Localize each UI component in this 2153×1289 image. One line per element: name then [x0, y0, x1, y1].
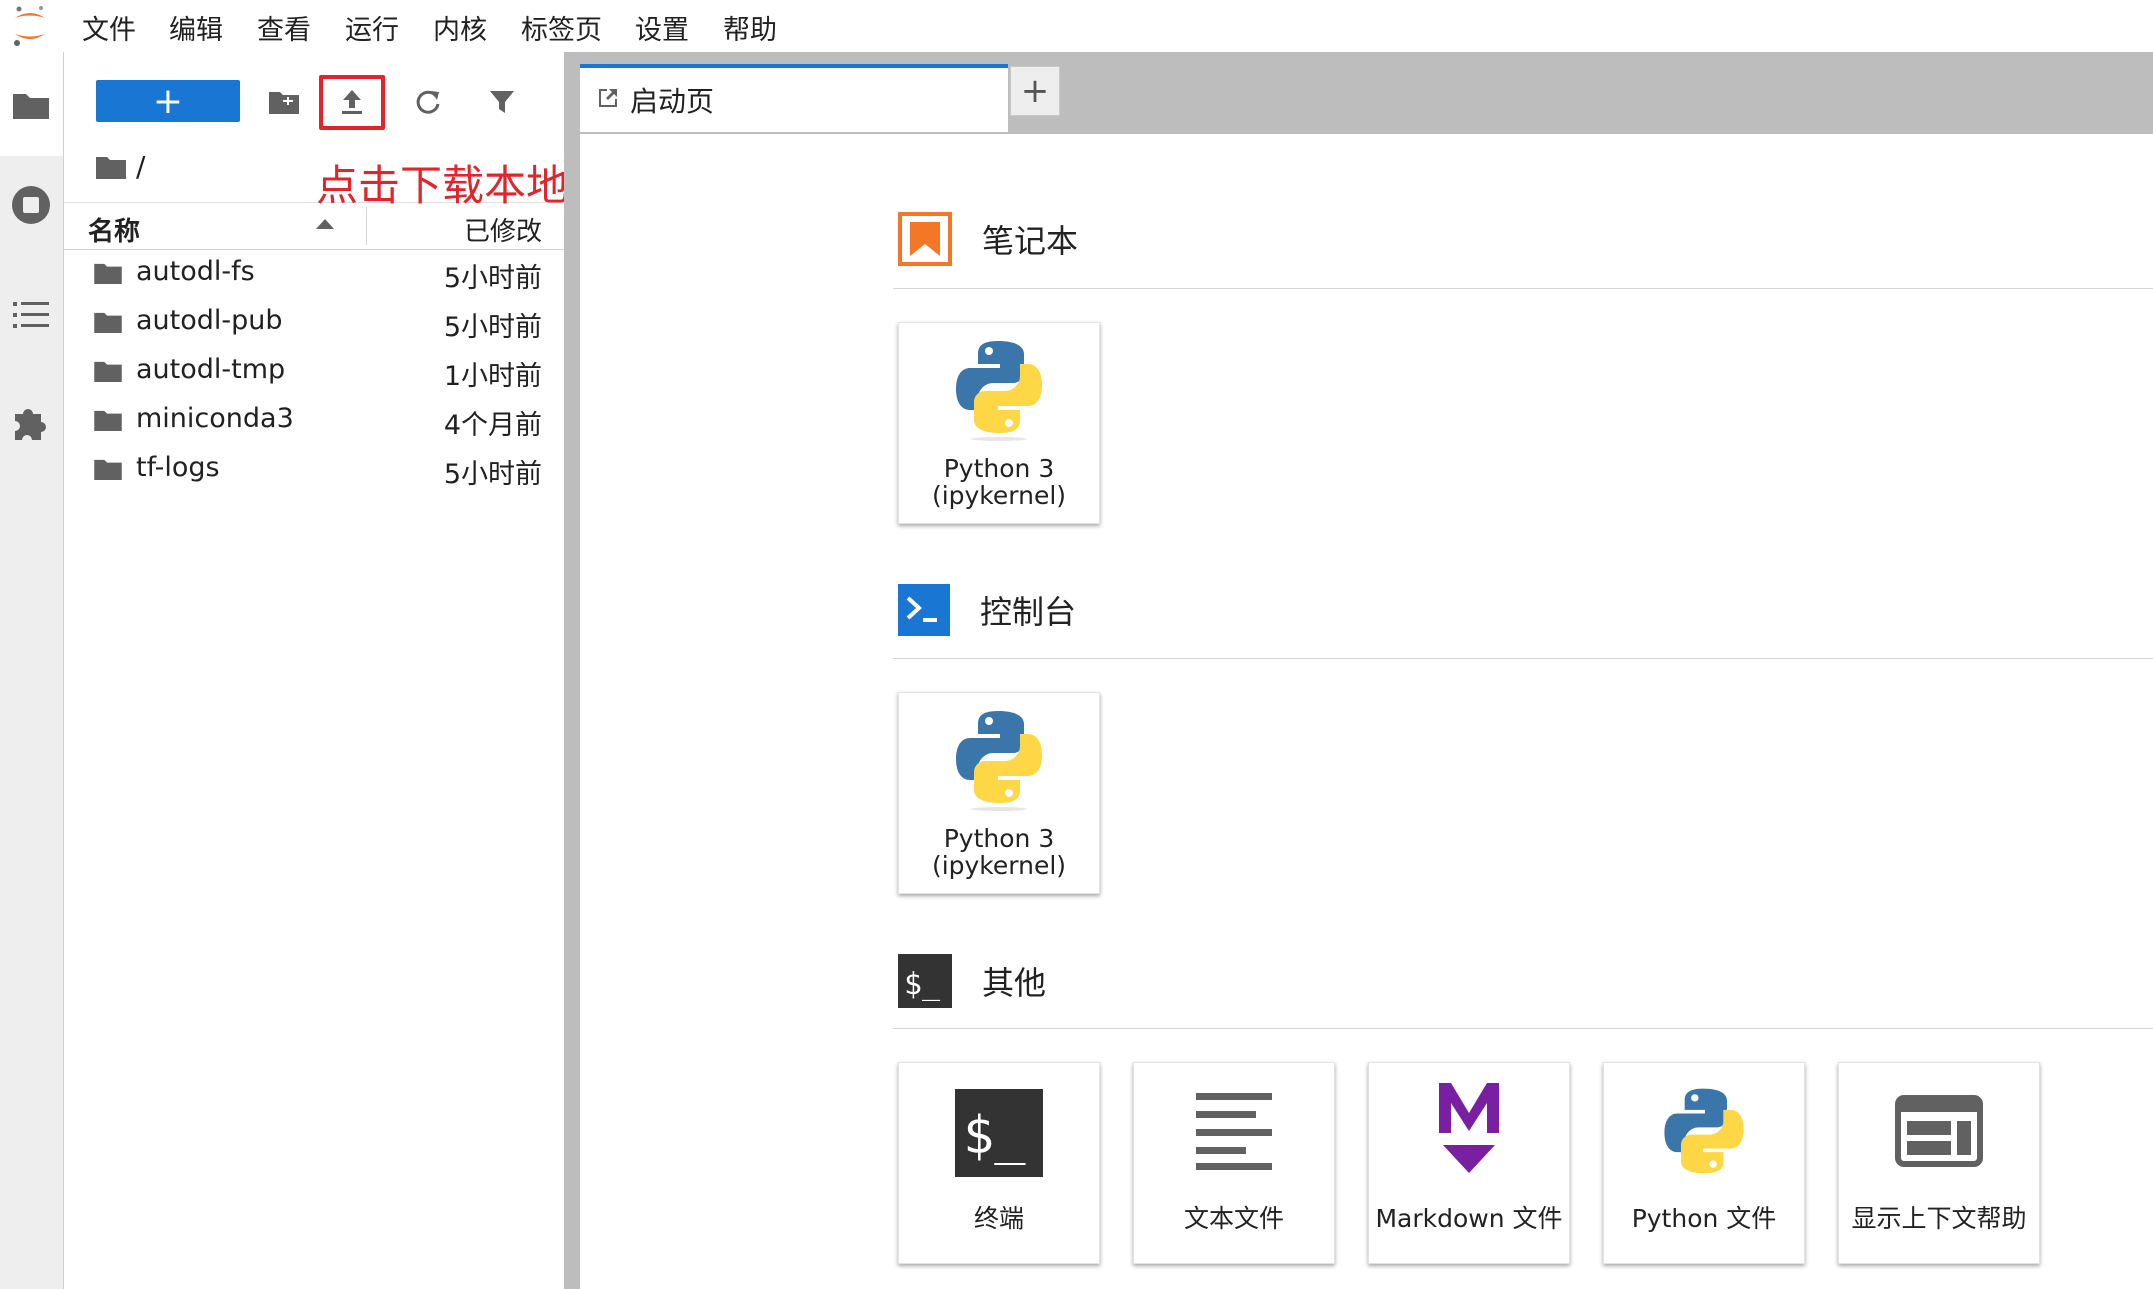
file-row[interactable]: tf-logs 5小时前 — [64, 446, 564, 495]
refresh-icon — [416, 90, 440, 114]
column-name-header[interactable]: 名称 — [88, 211, 140, 248]
file-row[interactable]: autodl-tmp 1小时前 — [64, 348, 564, 397]
menu-run[interactable]: 运行 — [345, 8, 399, 47]
terminal-card[interactable]: $_ 终端 — [898, 1062, 1100, 1264]
toc-icon[interactable] — [10, 294, 52, 336]
menu-view[interactable]: 查看 — [257, 8, 311, 47]
terminal-section-icon: $_ — [898, 954, 952, 1008]
markdown-icon — [1439, 1083, 1499, 1173]
jupyter-logo-icon — [14, 6, 45, 46]
main-area: 启动页 + 笔记本 Python 3 (ipykernel) 控制台 Pytho… — [580, 52, 2153, 1289]
upload-highlight-box — [319, 75, 385, 130]
file-modified: 5小时前 — [443, 263, 542, 294]
breadcrumb-root[interactable]: / — [136, 150, 145, 183]
section-other: $_ 其他 — [898, 954, 1046, 1008]
menu-kernel[interactable]: 内核 — [433, 8, 487, 47]
column-modified-header[interactable]: 已修改 — [464, 211, 542, 248]
new-folder-button[interactable] — [258, 76, 310, 128]
context-help-card[interactable]: 显示上下文帮助 — [1838, 1062, 2040, 1264]
menu-tabs[interactable]: 标签页 — [521, 8, 602, 47]
activity-rail — [0, 52, 64, 1289]
folder-icon — [94, 410, 122, 431]
filter-button[interactable] — [476, 76, 528, 128]
section-console: 控制台 — [898, 584, 1076, 636]
folder-icon — [94, 361, 122, 382]
tab-bar: 启动页 + — [580, 52, 2153, 134]
file-row[interactable]: miniconda3 4个月前 — [64, 397, 564, 446]
card-label: Python 文件 — [1631, 1204, 1777, 1233]
folder-icon — [94, 263, 122, 284]
file-name: autodl-tmp — [136, 354, 286, 385]
python-logo-icon — [956, 341, 1042, 441]
file-modified: 5小时前 — [443, 459, 542, 490]
breadcrumb: / — [96, 150, 145, 183]
tab-label: 启动页 — [630, 85, 715, 118]
home-folder-icon[interactable] — [96, 155, 126, 179]
console-icon — [898, 584, 950, 636]
add-tab-button[interactable]: + — [1010, 66, 1060, 116]
plus-icon: + — [152, 80, 184, 122]
notebook-python3-card[interactable]: Python 3 (ipykernel) — [898, 322, 1100, 524]
card-label: Python 3 — [943, 454, 1055, 483]
file-name: autodl-pub — [136, 305, 283, 336]
section-title: 其他 — [982, 964, 1047, 1002]
running-icon[interactable] — [10, 184, 52, 226]
card-label: Python 3 — [943, 824, 1055, 853]
file-modified: 5小时前 — [443, 312, 542, 343]
new-folder-icon — [269, 92, 299, 114]
section-notebook: 笔记本 — [898, 212, 1078, 266]
panel-splitter[interactable] — [564, 52, 580, 1289]
file-modified: 1小时前 — [443, 361, 542, 392]
extension-icon[interactable] — [10, 402, 52, 444]
console-python3-card[interactable]: Python 3 (ipykernel) — [898, 692, 1100, 894]
menu-bar: 文件 编辑 查看 运行 内核 标签页 设置 帮助 — [0, 0, 2153, 52]
refresh-button[interactable] — [402, 76, 454, 128]
menu-file[interactable]: 文件 — [82, 8, 136, 47]
python-logo-icon — [956, 711, 1042, 811]
folder-icon[interactable] — [10, 84, 52, 126]
file-name: miniconda3 — [136, 403, 294, 434]
python-file-card[interactable]: Python 文件 — [1603, 1062, 1805, 1264]
text-file-icon — [1196, 1093, 1272, 1170]
file-row[interactable]: autodl-fs 5小时前 — [64, 250, 564, 299]
file-row[interactable]: autodl-pub 5小时前 — [64, 299, 564, 348]
file-browser: + / 名称 已修改 autodl-fs 5小时前 autodl-pub 5小时… — [64, 52, 564, 1289]
file-name: autodl-fs — [136, 256, 255, 287]
card-label: 显示上下文帮助 — [1851, 1204, 2027, 1233]
section-title: 笔记本 — [982, 222, 1079, 260]
markdown-file-card[interactable]: Markdown 文件 — [1368, 1062, 1570, 1264]
launch-icon — [599, 89, 617, 107]
section-title: 控制台 — [980, 593, 1077, 631]
context-help-icon — [1895, 1095, 1983, 1167]
notebook-icon — [898, 212, 952, 266]
new-launcher-button[interactable]: + — [96, 80, 240, 122]
file-name: tf-logs — [136, 452, 220, 483]
sort-ascending-icon — [316, 219, 334, 229]
card-label-sub: (ipykernel) — [931, 851, 1067, 880]
card-label: 文本文件 — [1183, 1204, 1284, 1233]
filter-icon — [490, 91, 514, 113]
svg-text:$_: $_ — [904, 967, 941, 1002]
text-file-card[interactable]: 文本文件 — [1133, 1062, 1335, 1264]
tab-launcher[interactable]: 启动页 — [580, 64, 1008, 132]
python-logo-icon — [1664, 1088, 1744, 1174]
terminal-icon: $_ — [955, 1089, 1043, 1177]
folder-icon — [94, 312, 122, 333]
menu-help[interactable]: 帮助 — [723, 8, 777, 47]
svg-text:$_: $_ — [963, 1106, 1026, 1166]
folder-icon — [94, 459, 122, 480]
card-label: 终端 — [973, 1204, 1024, 1233]
card-label: Markdown 文件 — [1375, 1204, 1563, 1233]
menu-edit[interactable]: 编辑 — [169, 8, 223, 47]
file-modified: 4个月前 — [443, 410, 542, 441]
menu-settings[interactable]: 设置 — [635, 8, 689, 47]
card-label-sub: (ipykernel) — [931, 481, 1067, 510]
